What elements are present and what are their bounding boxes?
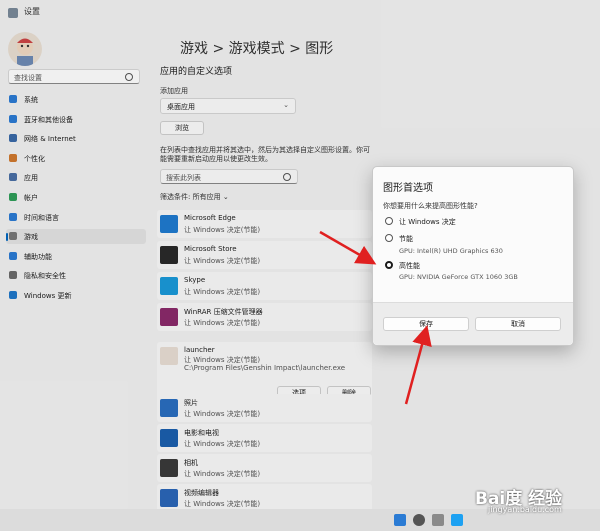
- start-icon[interactable]: [394, 514, 406, 526]
- search-icon[interactable]: [413, 514, 425, 526]
- app-icon[interactable]: [451, 514, 463, 526]
- annotation-arrows: [319, 230, 432, 405]
- taskview-icon[interactable]: [432, 514, 444, 526]
- watermark-url: jingyan.baidu.com: [488, 505, 562, 514]
- arrow-to-high-performance: [319, 230, 377, 265]
- arrow-to-save-button: [404, 325, 432, 405]
